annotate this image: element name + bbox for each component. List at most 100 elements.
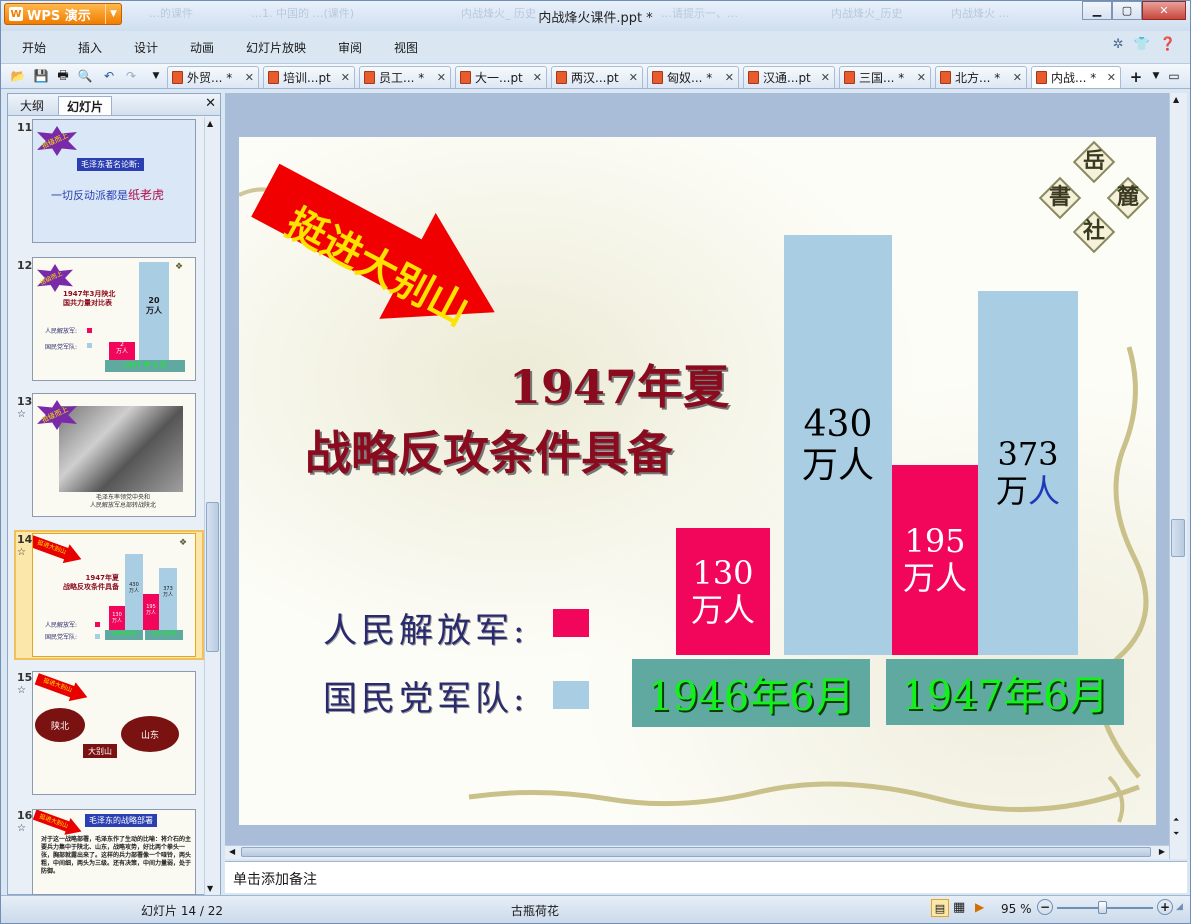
thumb-bar: 373 万人 — [159, 568, 177, 630]
slide-sorter-icon[interactable]: ▦ — [953, 900, 965, 915]
slide-thumbnail-12[interactable]: 拾级而上 1947年3月陕北 国共力量对比表 人民解放军: 国民党军队: 2 万… — [32, 257, 196, 381]
menu-view[interactable]: 视图 — [394, 39, 418, 56]
menu-right-icons: ✲ 👕 ❓ — [1113, 37, 1176, 52]
toolbar-dropdown-icon[interactable]: ▼ — [148, 68, 164, 84]
thumbnail-number: 15 — [17, 671, 33, 684]
bar-kmt-1947: 373 万人 — [978, 291, 1078, 655]
slide-thumbnail-15[interactable]: 挺进大别山 陕北 山东 大别山 — [32, 671, 196, 795]
bar-value: 373 — [997, 435, 1059, 474]
scroll-thumb[interactable] — [206, 502, 219, 652]
zoom-in-button[interactable]: + — [1157, 899, 1173, 915]
seal-logo: 岳 麓 書 社 — [1038, 140, 1153, 254]
close-panel-icon[interactable]: ✕ — [205, 96, 216, 111]
menu-animation[interactable]: 动画 — [190, 39, 214, 56]
scroll-right-icon[interactable]: ▶ — [1159, 847, 1165, 856]
tab-layout-icon[interactable]: ▭ — [1166, 68, 1182, 84]
slideshow-icon[interactable]: ▶ — [975, 900, 984, 914]
slide-thumbnail-16[interactable]: 挺进大别山 毛泽东的战略部署 对于这一战略部署，毛泽东作了生动的比喻：将介石的主… — [32, 809, 196, 895]
notes-pane[interactable]: 单击添加备注 — [225, 861, 1187, 893]
doc-tab-label: 培训...pt — [283, 71, 331, 85]
doc-tab[interactable]: 培训...pt ✕ — [263, 66, 355, 88]
slide-editor: 挺进大别山 岳 麓 書 社 1947年夏 战略反攻条件具备 人民解放军: 国民党… — [225, 93, 1169, 845]
doc-tab[interactable]: 三国... * ✕ — [839, 66, 931, 88]
doc-tab[interactable]: 汉通...pt ✕ — [743, 66, 835, 88]
minimize-button[interactable]: ▁ — [1082, 1, 1112, 20]
doc-tab[interactable]: 两汉...pt ✕ — [551, 66, 643, 88]
thumbnail-scrollbar[interactable]: ▲ ▼ — [204, 117, 220, 895]
doc-tab[interactable]: 大一...pt ✕ — [455, 66, 547, 88]
close-tab-icon[interactable]: ✕ — [437, 71, 446, 84]
bar-unit-text: 万 — [995, 472, 1028, 510]
bar-kmt-1946: 430 万人 — [784, 235, 892, 655]
prev-slide-icon[interactable]: ⏶ — [1173, 815, 1179, 825]
slide-thumbnail-14[interactable]: 挺进大别山 1947年夏 战略反攻条件具备 人民解放军: 国民党军队: 130 … — [32, 533, 196, 657]
scroll-up-icon[interactable]: ▲ — [1173, 95, 1179, 104]
year-text: 1946年6月 — [647, 674, 855, 720]
close-tab-icon[interactable]: ✕ — [533, 71, 542, 84]
undo-icon[interactable]: ↶ — [101, 68, 117, 84]
menu-slideshow[interactable]: 幻灯片放映 — [246, 39, 306, 56]
thumb-title: 1947年夏 战略反攻条件具备 — [63, 574, 119, 592]
thumbnail-number: 13 — [17, 395, 33, 408]
ppt-file-icon — [172, 71, 183, 84]
slide-thumbnail-13[interactable]: 拾级而上 毛泽东率领党中央和 人民解放军总部转战陕北 — [32, 393, 196, 517]
year-text: 1947年6月 — [901, 673, 1109, 719]
slide-canvas[interactable]: 挺进大别山 岳 麓 書 社 1947年夏 战略反攻条件具备 人民解放军: 国民党… — [239, 137, 1156, 825]
doc-tab-active[interactable]: 内战... * ✕ — [1031, 66, 1121, 88]
scroll-thumb[interactable] — [1171, 519, 1185, 557]
settings-icon[interactable]: ✲ — [1113, 37, 1124, 52]
help-icon[interactable]: ❓ — [1160, 37, 1176, 52]
tab-list-dropdown-icon[interactable]: ▼ — [1148, 68, 1164, 84]
seal-icon: ❖ — [175, 262, 184, 272]
print-preview-icon[interactable]: 🔍 — [77, 68, 93, 84]
normal-view-icon[interactable]: ▤ — [931, 899, 949, 917]
scroll-thumb[interactable] — [241, 847, 1151, 857]
menu-start[interactable]: 开始 — [22, 39, 46, 56]
thumbnail-number: 11 — [17, 121, 33, 134]
close-tab-icon[interactable]: ✕ — [341, 71, 350, 84]
close-tab-icon[interactable]: ✕ — [629, 71, 638, 84]
scroll-down-icon[interactable]: ▼ — [207, 884, 213, 893]
save-icon[interactable]: 💾 — [33, 68, 49, 84]
thumb-bar: 430 万人 — [125, 554, 143, 630]
zoom-slider-handle[interactable] — [1097, 901, 1107, 914]
title-bar: W WPS 演示 ▼ …的课件 …1. 中国的 …(课件) 内战烽火_ 历史 …… — [1, 1, 1190, 31]
zoom-out-button[interactable]: − — [1037, 899, 1053, 915]
close-tab-icon[interactable]: ✕ — [725, 71, 734, 84]
print-icon[interactable]: 🖶 — [55, 68, 71, 84]
doc-tab[interactable]: 员工... * ✕ — [359, 66, 451, 88]
scroll-left-icon[interactable]: ◀ — [229, 847, 235, 856]
doc-tab[interactable]: 北方... * ✕ — [935, 66, 1027, 88]
doc-tab[interactable]: 外贸... * ✕ — [167, 66, 259, 88]
tab-slides[interactable]: 幻灯片 — [58, 96, 113, 115]
bar-pla-1947: 195 万人 — [892, 465, 978, 655]
close-button[interactable]: ✕ — [1142, 1, 1186, 20]
close-tab-icon[interactable]: ✕ — [1013, 71, 1022, 84]
animation-star-icon: ☆ — [17, 547, 26, 558]
scroll-up-icon[interactable]: ▲ — [207, 119, 213, 128]
menu-insert[interactable]: 插入 — [78, 39, 102, 56]
doc-tab[interactable]: 匈奴... * ✕ — [647, 66, 739, 88]
close-tab-icon[interactable]: ✕ — [1107, 71, 1116, 84]
editor-vertical-scrollbar[interactable]: ▲ ⏶ ⏷ — [1169, 93, 1187, 859]
legend-swatch-pla — [553, 609, 589, 637]
close-tab-icon[interactable]: ✕ — [821, 71, 830, 84]
editor-horizontal-scrollbar[interactable]: ◀ ▶ — [225, 845, 1169, 859]
redo-icon[interactable]: ↷ — [123, 68, 139, 84]
tab-outline[interactable]: 大纲 — [12, 96, 52, 115]
close-tab-icon[interactable]: ✕ — [917, 71, 926, 84]
thumb-legend-b: 国民党军队: — [45, 344, 78, 351]
bar-unit: 万人 — [996, 473, 1060, 510]
menu-design[interactable]: 设计 — [134, 39, 158, 56]
slide-thumbnail-11[interactable]: 拾级而上 毛泽东著名论断: 一切反动派都是纸老虎 — [32, 119, 196, 243]
menu-review[interactable]: 审阅 — [338, 39, 362, 56]
skin-icon[interactable]: 👕 — [1134, 37, 1150, 52]
new-tab-button[interactable]: + — [1125, 67, 1147, 87]
legend-label-pla: 人民解放军: — [323, 611, 529, 651]
region-dabieshan: 大别山 — [83, 744, 117, 758]
open-icon[interactable]: 📂 — [10, 68, 26, 84]
panel-tabs: 大纲 幻灯片 ✕ — [8, 94, 220, 116]
close-tab-icon[interactable]: ✕ — [245, 71, 254, 84]
next-slide-icon[interactable]: ⏷ — [1173, 829, 1179, 839]
maximize-button[interactable]: ▢ — [1112, 1, 1142, 20]
